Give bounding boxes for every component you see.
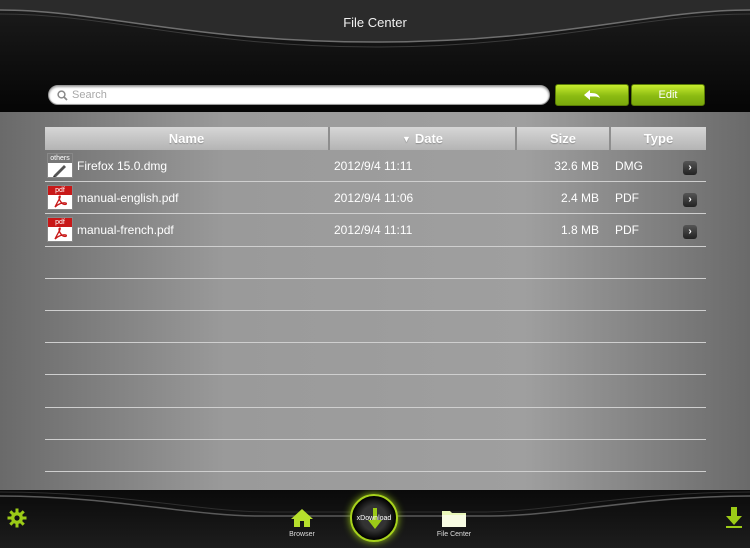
- file-list-area: Name ▼ Date Size Type others Firefox 15.…: [0, 112, 750, 490]
- empty-row: [45, 375, 706, 408]
- search-field[interactable]: [48, 85, 550, 105]
- file-date: 2012/9/4 11:11: [334, 223, 413, 238]
- file-date: 2012/9/4 11:06: [334, 191, 414, 206]
- file-size: 1.8 MB: [560, 223, 599, 238]
- back-arrow-icon: [584, 90, 600, 100]
- tab-browser[interactable]: Browser: [282, 508, 322, 538]
- file-size: 2.4 MB: [560, 191, 599, 206]
- tab-file-center-label: File Center: [436, 531, 472, 538]
- download-icon[interactable]: [724, 506, 744, 528]
- bottom-tab-bar: Browser xDownload File Center: [0, 490, 750, 548]
- empty-row: [45, 279, 706, 311]
- column-header-size[interactable]: Size: [517, 127, 611, 150]
- file-date: 2012/9/4 11:11: [334, 159, 413, 173]
- file-size: 32.6 MB: [554, 159, 599, 173]
- column-header-date[interactable]: ▼ Date: [330, 127, 517, 150]
- sort-descending-icon: ▼: [401, 133, 411, 144]
- tab-file-center[interactable]: File Center: [432, 508, 476, 538]
- gear-icon[interactable]: [7, 508, 27, 528]
- pdf-file-icon: pdf: [47, 185, 73, 211]
- folder-icon: [442, 511, 466, 527]
- chevron-right-icon[interactable]: ›: [683, 193, 697, 208]
- empty-row: [45, 247, 706, 279]
- pdf-file-icon: pdf: [47, 217, 73, 243]
- tab-browser-label: Browser: [289, 531, 315, 538]
- file-table: Name ▼ Date Size Type others Firefox 15.…: [45, 127, 706, 472]
- file-type-tag: pdf: [48, 186, 72, 196]
- file-type: PDF: [615, 191, 639, 206]
- file-type-tag: pdf: [48, 218, 72, 228]
- table-row[interactable]: pdf manual-english.pdf 2012/9/4 11:06 2.…: [45, 182, 706, 215]
- chevron-right-icon[interactable]: ›: [683, 225, 697, 240]
- column-header-type[interactable]: Type: [611, 127, 706, 150]
- xdownload-label: xDownload: [356, 515, 392, 522]
- column-header-name[interactable]: Name: [45, 127, 330, 150]
- empty-row: [45, 440, 706, 472]
- home-icon: [291, 509, 313, 527]
- generic-file-icon: others: [47, 153, 73, 178]
- empty-row: [45, 311, 706, 344]
- file-type-tag: others: [48, 154, 72, 163]
- file-name: manual-english.pdf: [77, 191, 179, 206]
- search-icon: [57, 89, 68, 101]
- chevron-right-icon[interactable]: ›: [683, 161, 697, 175]
- header-wave-decoration: [0, 0, 750, 48]
- table-row[interactable]: pdf manual-french.pdf 2012/9/4 11:11 1.8…: [45, 214, 706, 247]
- empty-row: [45, 343, 706, 376]
- file-type: DMG: [615, 159, 643, 173]
- back-button[interactable]: [555, 84, 629, 106]
- file-type: PDF: [615, 223, 639, 238]
- top-bar: File Center Edit: [0, 0, 750, 112]
- page-title: File Center: [343, 15, 407, 30]
- edit-button[interactable]: Edit: [631, 84, 705, 106]
- file-name: manual-french.pdf: [77, 223, 174, 238]
- empty-row: [45, 408, 706, 440]
- file-name: Firefox 15.0.dmg: [77, 159, 168, 173]
- table-header: Name ▼ Date Size Type: [45, 127, 706, 150]
- search-input[interactable]: [72, 89, 542, 101]
- table-row[interactable]: others Firefox 15.0.dmg 2012/9/4 11:11 3…: [45, 150, 706, 183]
- xdownload-button[interactable]: xDownload: [350, 494, 398, 542]
